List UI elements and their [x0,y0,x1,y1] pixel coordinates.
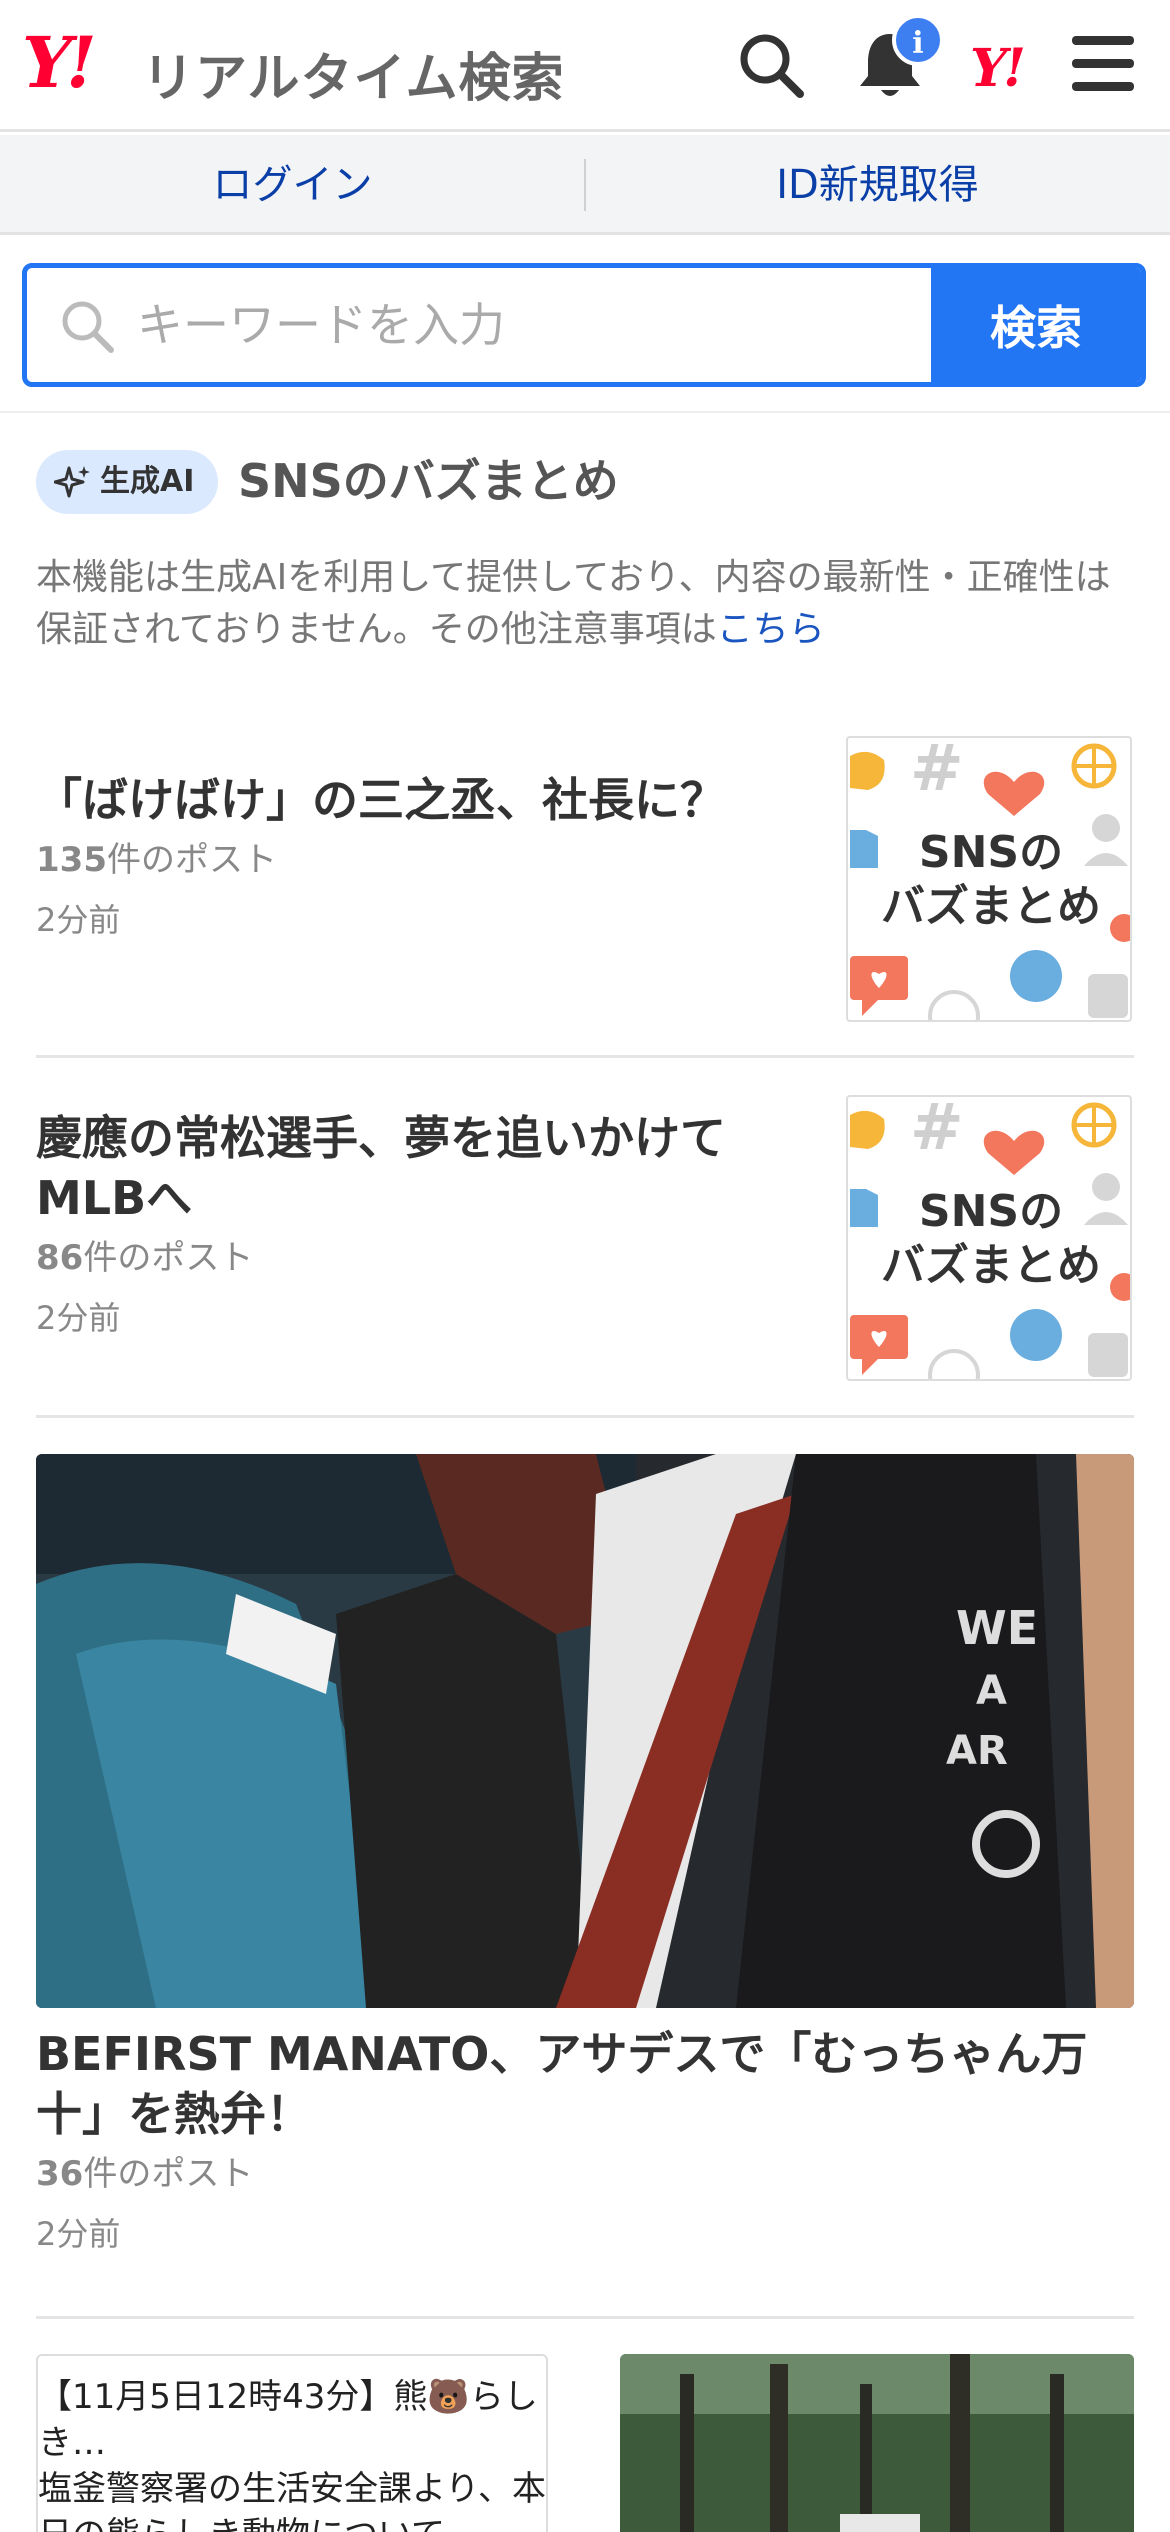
post-count-suffix: 件のポスト [83,2154,254,2194]
thumbnail-line1: SNSの [918,1186,1064,1237]
post-count: 135件のポスト [36,830,756,890]
svg-text:WE: WE [956,1601,1038,1655]
timestamp: 2分前 [36,901,121,939]
login-link[interactable]: ログイン [0,135,585,235]
yahoo-home-icon[interactable]: Y! [970,38,1026,99]
signup-link[interactable]: ID新規取得 [585,135,1170,235]
article-title[interactable]: 「ばけばけ」の三之丞、社長に？ [36,770,756,830]
search-form: 検索 [22,263,1146,387]
ai-badge: 生成AI [36,450,218,514]
svg-text:#: # [910,738,964,806]
divider [36,1415,1134,1418]
thumbnail-caption: SNSの バズまとめ [848,826,1130,934]
search-button[interactable]: 検索 [931,268,1141,382]
yahoo-logo-mark[interactable]: Y! [22,28,97,98]
disclaimer: 本機能は生成AIを利用して提供しており、内容の最新性・正確性は保証されておりませ… [36,552,1136,656]
post-card-body: 塩釜警察署の生活安全課より、本日の熊らしき動物について、 [38,2469,546,2532]
auth-bar: ログイン ID新規取得 [0,135,1170,235]
post-count-number: 86 [36,1238,84,1278]
article-title[interactable]: 慶應の常松選手、夢を追いかけてMLBへ [36,1108,796,1228]
thumbnail-line2: バズまとめ [881,881,1101,932]
post-card-headline: 【11月5日12時43分】熊🐻らしき… [38,2377,538,2463]
sparkle-icon [54,466,90,498]
list-item[interactable]: 「ばけばけ」の三之丞、社長に？ 135件のポスト 2分前 [36,770,756,950]
timestamp: 2分前 [36,2215,121,2253]
search-input[interactable] [137,268,937,382]
ai-badge-label: 生成AI [100,464,195,499]
hamburger-menu-icon[interactable] [1072,36,1134,94]
post-count-number: 135 [36,840,107,880]
post-count: 86件のポスト [36,1228,796,1288]
post-card[interactable]: 【11月5日12時43分】熊🐻らしき… 塩釜警察署の生活安全課より、本日の熊らし… [36,2354,548,2532]
timestamp: 2分前 [36,1299,121,1337]
forest-photo [620,2354,1134,2532]
post-count-number: 36 [36,2154,84,2194]
search-icon[interactable] [736,30,806,100]
person-photo: WE A AR [36,1454,1134,2008]
notification-badge: i [892,14,944,66]
list-item[interactable]: 慶應の常松選手、夢を追いかけてMLBへ 86件のポスト 2分前 [36,1108,796,1348]
post-count-suffix: 件のポスト [106,840,277,880]
app-header: Y! リアルタイム検索 i Y! [0,0,1170,132]
article-title[interactable]: BEFIRST MANATO、アサデスで「むっちゃん万十」を熱弁！ [36,2024,1134,2144]
svg-text:#: # [910,1097,964,1165]
post-card-image[interactable] [620,2354,1134,2532]
divider [36,2316,1134,2319]
disclaimer-text: 本機能は生成AIを利用して提供しており、内容の最新性・正確性は保証されておりませ… [36,557,1111,650]
article-thumbnail[interactable]: # SNSの バズまとめ [846,736,1132,1022]
article-hero-image[interactable]: WE A AR [36,1454,1134,2008]
service-title[interactable]: リアルタイム検索 [142,36,564,111]
divider [36,1055,1134,1058]
thumbnail-line2: バズまとめ [881,1240,1101,1291]
search-icon [62,301,114,353]
svg-text:AR: AR [946,1728,1008,1774]
list-item[interactable]: BEFIRST MANATO、アサデスで「むっちゃん万十」を熱弁！ 36件のポス… [36,2024,1134,2264]
svg-text:A: A [976,1668,1007,1714]
notes-link[interactable]: こちら [717,609,825,650]
post-count-suffix: 件のポスト [83,1238,254,1278]
post-count: 36件のポスト [36,2144,1134,2204]
thumbnail-caption: SNSの バズまとめ [848,1185,1130,1293]
thumbnail-line1: SNSの [918,827,1064,878]
section-title: SNSのバズまとめ [238,454,619,508]
article-thumbnail[interactable]: # SNSの バズまとめ [846,1095,1132,1381]
divider [0,411,1170,413]
